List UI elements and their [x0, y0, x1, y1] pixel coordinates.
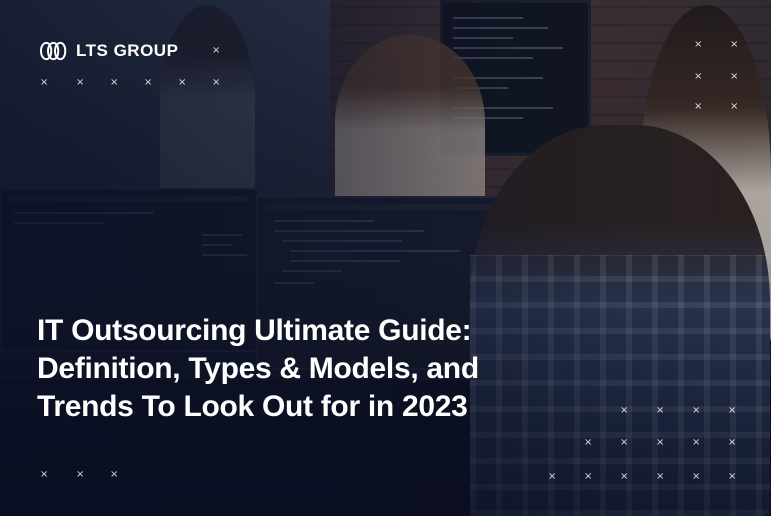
headline-line-3: Trends To Look Out for in 2023: [37, 390, 468, 423]
brand-logo: LTS GROUP: [38, 38, 178, 64]
article-headline: IT Outsourcing Ultimate Guide: Definitio…: [37, 312, 597, 426]
bottom-gradient-overlay: [0, 0, 771, 516]
hero-banner: × × × × × × × × × × × × × × × × × × × × …: [0, 0, 771, 516]
brand-name: LTS GROUP: [76, 41, 179, 60]
headline-line-1: IT Outsourcing Ultimate Guide:: [37, 314, 472, 347]
lts-logo-icon: [38, 38, 68, 64]
headline-line-2: Definition, Types & Models, and: [37, 352, 479, 385]
